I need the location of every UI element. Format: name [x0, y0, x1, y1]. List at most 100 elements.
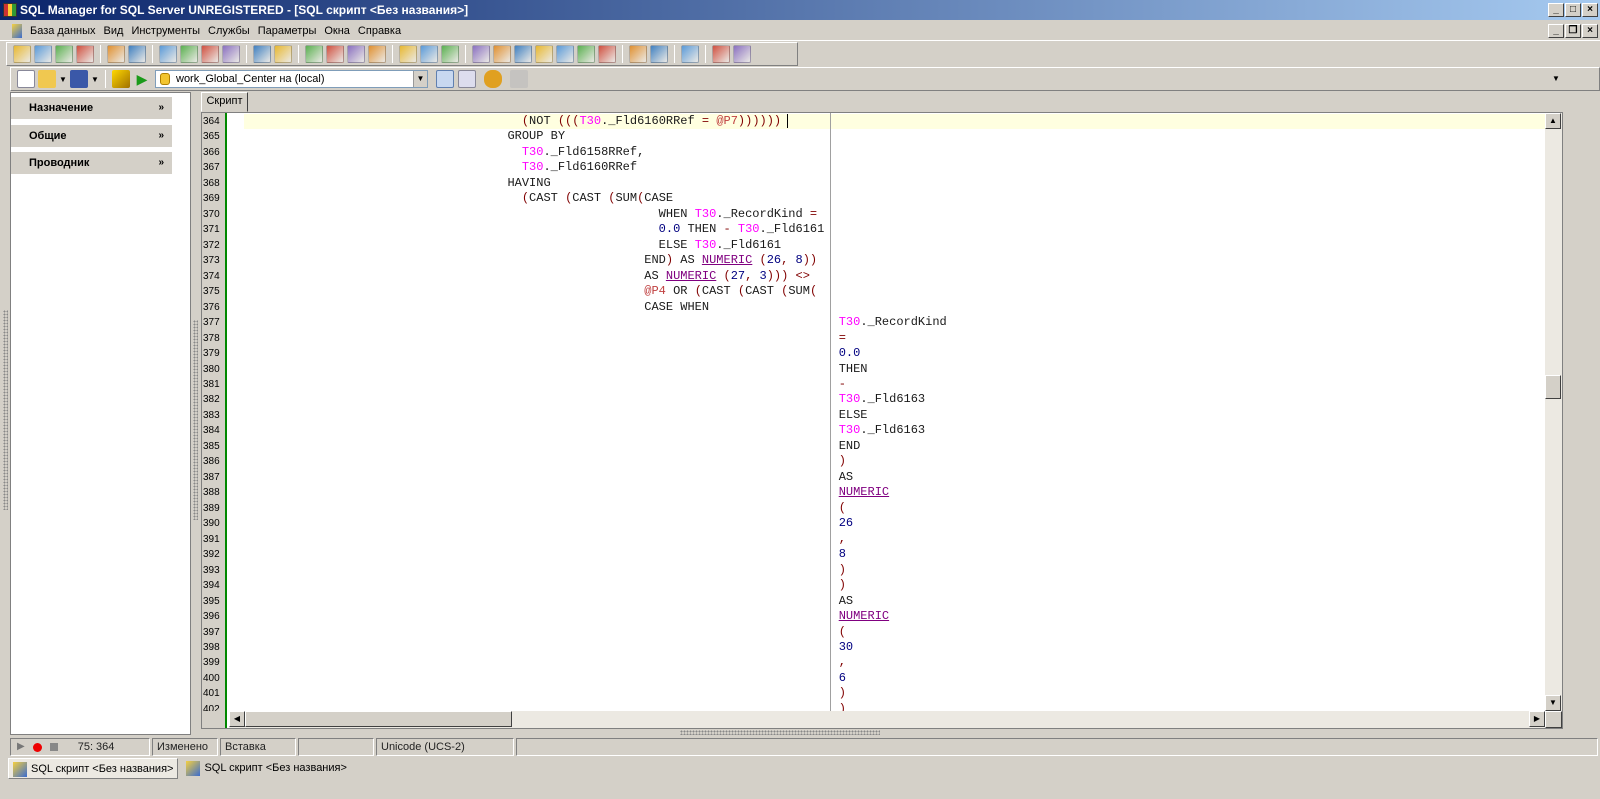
line-text: GROUP BY: [241, 129, 565, 144]
code-token: 27: [730, 268, 746, 283]
previous-window-icon[interactable]: [577, 45, 595, 63]
mdi-close-button[interactable]: ×: [1582, 24, 1598, 38]
mdi-minimize-button[interactable]: _: [1548, 24, 1564, 38]
scroll-right-button[interactable]: ▶: [1529, 711, 1545, 727]
section-provodnik[interactable]: Проводник »: [11, 152, 172, 174]
export-icon[interactable]: [347, 45, 365, 63]
new-file-icon[interactable]: [17, 70, 35, 88]
roles-icon[interactable]: [441, 45, 459, 63]
code-line: 387 AS: [202, 470, 1545, 485]
chevron-down-icon[interactable]: ▼: [1552, 74, 1560, 83]
query-edit-icon[interactable]: [159, 45, 177, 63]
grid-icon[interactable]: [399, 45, 417, 63]
connect-icon[interactable]: [484, 70, 502, 88]
code-token: (((: [557, 114, 580, 128]
cascade-icon[interactable]: [472, 45, 490, 63]
print-icon[interactable]: [326, 45, 344, 63]
scroll-up-button[interactable]: ▲: [1545, 113, 1561, 129]
stop-icon[interactable]: [49, 743, 58, 751]
menu-item[interactable]: Справка: [354, 20, 405, 42]
section-obshchie[interactable]: Общие »: [11, 125, 172, 147]
script-icon[interactable]: [128, 45, 146, 63]
tile-vertical-icon[interactable]: [514, 45, 532, 63]
new-object-icon[interactable]: [274, 45, 292, 63]
add-field-icon[interactable]: [222, 45, 240, 63]
vertical-scroll-thumb[interactable]: [1545, 375, 1561, 399]
sql-script-icon: [186, 761, 201, 776]
menu-item[interactable]: Инструменты: [127, 20, 204, 42]
window-icon[interactable]: [510, 70, 528, 88]
database-options-icon[interactable]: [76, 45, 94, 63]
code-token: 3: [759, 268, 767, 283]
services-icon[interactable]: [733, 45, 751, 63]
window-tab[interactable]: SQL скрипт <Без названия>: [182, 758, 350, 779]
maximize-window-icon[interactable]: [535, 45, 553, 63]
add-database-icon[interactable]: [13, 45, 31, 63]
code-token: NUMERIC: [838, 485, 890, 500]
save-icon[interactable]: [70, 70, 88, 88]
app-icon: [3, 3, 17, 17]
chevron-down-icon[interactable]: ▼: [59, 75, 67, 84]
scroll-left-button[interactable]: ◀: [229, 711, 245, 727]
horizontal-scrollbar[interactable]: ◀ ▶: [229, 711, 1545, 728]
tile-horizontal-icon[interactable]: [493, 45, 511, 63]
users-icon[interactable]: [420, 45, 438, 63]
tree-icon[interactable]: [368, 45, 386, 63]
vertical-scrollbar[interactable]: ▲ ▼: [1545, 113, 1562, 711]
execute-icon[interactable]: [112, 70, 130, 88]
scroll-down-button[interactable]: ▼: [1545, 695, 1561, 711]
execute-script-icon[interactable]: [253, 45, 271, 63]
record-icon[interactable]: [32, 742, 42, 752]
export-data-icon[interactable]: [650, 45, 668, 63]
tab-script[interactable]: Скрипт: [201, 92, 248, 112]
chevron-down-icon[interactable]: ▼: [91, 75, 99, 84]
minimize-button[interactable]: _: [1548, 3, 1564, 17]
section-naznachenie[interactable]: Назначение »: [11, 97, 172, 119]
line-text: ,: [241, 655, 846, 670]
next-window-icon[interactable]: [598, 45, 616, 63]
backup-icon[interactable]: [305, 45, 323, 63]
code-token: THEN: [687, 222, 724, 237]
menu-item[interactable]: Службы: [204, 20, 254, 42]
sql-editor[interactable]: 364 (NOT (((T30._Fld6160RRef = @P7))))))…: [201, 112, 1563, 729]
open-folder-icon[interactable]: [712, 45, 730, 63]
settings-icon[interactable]: [681, 45, 699, 63]
open-file-icon[interactable]: [38, 70, 56, 88]
new-table-icon[interactable]: [180, 45, 198, 63]
line-text: END: [241, 439, 861, 454]
maximize-button[interactable]: □: [1565, 3, 1581, 17]
horizontal-scroll-thumb[interactable]: [245, 711, 512, 727]
chevron-down-icon[interactable]: ▼: [413, 71, 427, 87]
code-line: 394 ): [202, 578, 1545, 593]
menu-item[interactable]: Параметры: [254, 20, 321, 42]
close-windows-icon[interactable]: [556, 45, 574, 63]
code-area[interactable]: 364 (NOT (((T30._Fld6160RRef = @P7))))))…: [202, 113, 1545, 711]
code-token: 0.0: [241, 346, 861, 361]
connect-icon[interactable]: [107, 45, 125, 63]
line-text: T30._Fld6163: [241, 423, 925, 438]
play-icon[interactable]: ▶: [17, 739, 25, 755]
tree-view-icon[interactable]: [436, 70, 454, 88]
edit-icon[interactable]: [458, 70, 476, 88]
left-splitter[interactable]: [3, 310, 8, 510]
menu-item[interactable]: Окна: [320, 20, 354, 42]
remove-database-icon[interactable]: [55, 45, 73, 63]
menu-item[interactable]: Вид: [100, 20, 128, 42]
bottom-splitter[interactable]: [680, 730, 880, 735]
line-number: 368: [203, 177, 220, 189]
edit-database-icon[interactable]: [34, 45, 52, 63]
code-token: T30: [241, 144, 544, 159]
connection-select[interactable]: work_Global_Center на (local) ▼: [155, 70, 428, 88]
mdi-restore-button[interactable]: ❐: [1565, 24, 1581, 38]
code-line: 382 T30._Fld6163: [202, 392, 1545, 407]
toolbar-separator: [465, 45, 466, 63]
close-button[interactable]: ×: [1582, 3, 1598, 17]
import-data-icon[interactable]: [629, 45, 647, 63]
menu-item[interactable]: База данных: [26, 20, 100, 42]
line-text: END) AS NUMERIC (26, 8)): [241, 253, 817, 268]
window-tab-active[interactable]: SQL скрипт <Без названия>: [8, 758, 179, 779]
designer-icon[interactable]: [201, 45, 219, 63]
run-icon[interactable]: ▶: [133, 70, 151, 88]
panel-splitter[interactable]: [193, 320, 198, 520]
code-token: ._Fld6161: [759, 222, 825, 237]
